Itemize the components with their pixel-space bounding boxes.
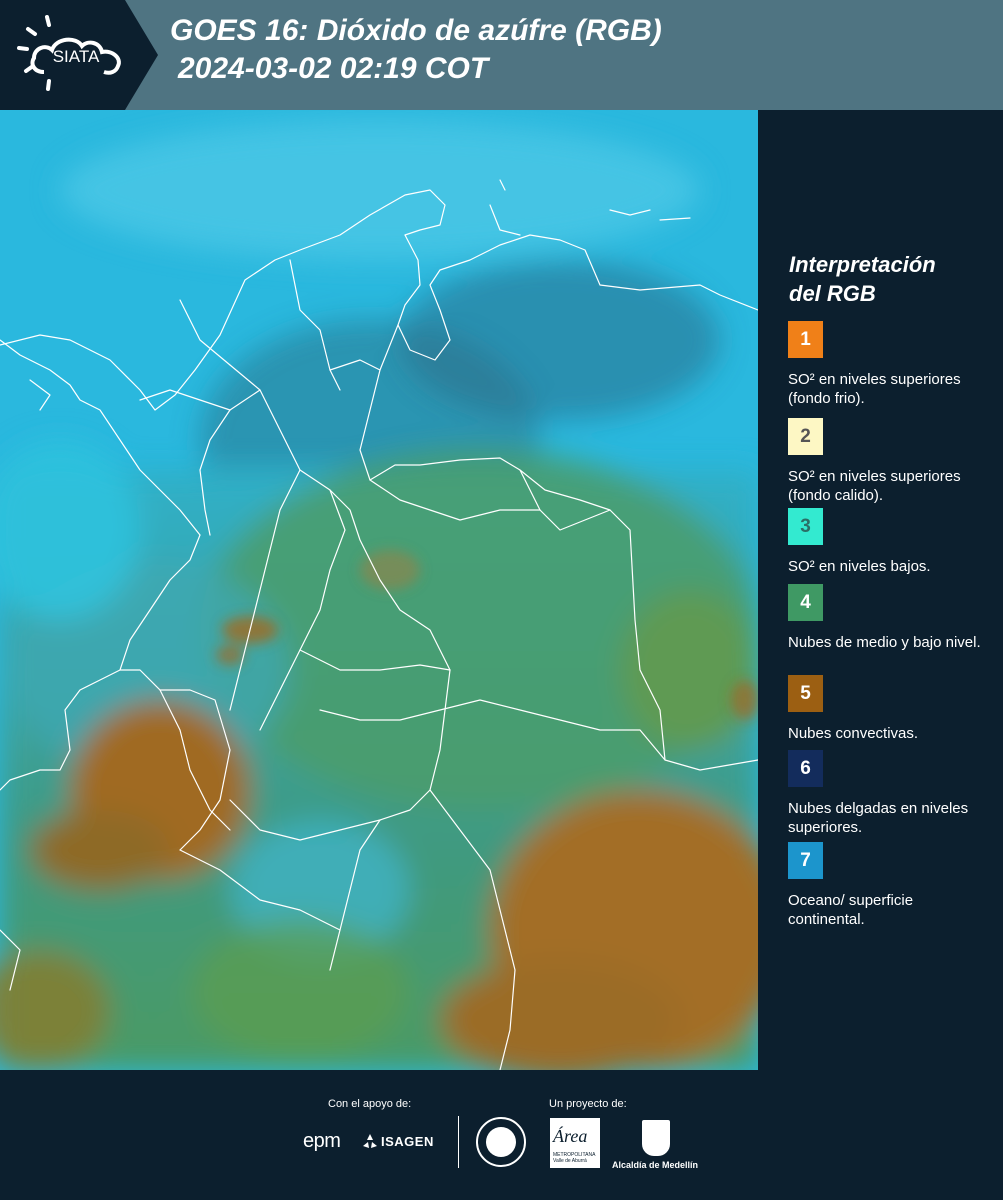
- footer-divider: [458, 1116, 459, 1168]
- legend-panel: Interpretación del RGB 1 SO² en niveles …: [758, 110, 1003, 1070]
- legend-item-6: 6 Nubes delgadas en niveles superiores.: [788, 750, 993, 837]
- legend-label: SO² en niveles superiores (fondo calido)…: [788, 468, 961, 504]
- isagen-icon: [363, 1134, 377, 1148]
- legend-number: 5: [800, 682, 811, 704]
- legend-item-1: 1 SO² en niveles superiores (fondo frio)…: [788, 321, 993, 408]
- legend-label: Nubes de medio y bajo nivel.: [788, 634, 981, 651]
- legend-item-2: 2 SO² en niveles superiores (fondo calid…: [788, 418, 993, 505]
- support-label: Con el apoyo de:: [328, 1098, 412, 1110]
- legend-label: Nubes delgadas en niveles superiores.: [788, 800, 969, 836]
- header-bar: SIATA GOES 16: Dióxido de azúfre (RGB) 2…: [0, 0, 1003, 110]
- siata-logo: SIATA: [0, 0, 158, 110]
- legend-item-7: 7 Oceano/ superficie continental.: [788, 842, 993, 929]
- epm-logo: epm: [303, 1130, 341, 1152]
- legend-swatch: 2: [788, 418, 823, 455]
- page-title: GOES 16: Dióxido de azúfre (RGB) 2024-03…: [170, 12, 662, 88]
- legend-swatch: 1: [788, 321, 823, 358]
- legend-number: 2: [800, 425, 811, 447]
- legend-swatch: 4: [788, 584, 823, 621]
- svg-text:SIATA: SIATA: [53, 47, 100, 66]
- legend-item-5: 5 Nubes convectivas.: [788, 675, 993, 743]
- legend-number: 7: [800, 849, 811, 871]
- satellite-map: [0, 110, 758, 1070]
- legend-swatch: 3: [788, 508, 823, 545]
- legend-item-3: 3 SO² en niveles bajos.: [788, 508, 993, 576]
- title-timestamp: 2024-03-02 02:19 COT: [178, 52, 489, 85]
- rgb-composite-image: [0, 110, 758, 1070]
- area-logo-text: Área: [553, 1126, 588, 1146]
- legend-label: Nubes convectivas.: [788, 725, 919, 742]
- legend-label: Oceano/ superficie continental.: [788, 892, 914, 928]
- area-metropolitana-logo: Área METROPOLITANA Valle de Aburrá: [550, 1118, 600, 1168]
- legend-title: Interpretación del RGB: [789, 250, 989, 308]
- legend-title-line1: Interpretación: [789, 252, 936, 277]
- legend-swatch: 7: [788, 842, 823, 879]
- legend-label: SO² en niveles bajos.: [788, 558, 931, 575]
- alcaldia-logo-text: Alcaldía de Medellín: [612, 1160, 699, 1170]
- legend-swatch: 6: [788, 750, 823, 787]
- legend-label: SO² en niveles superiores (fondo frio).: [788, 371, 961, 407]
- project-label: Un proyecto de:: [549, 1098, 627, 1110]
- area-logo-subtext: METROPOLITANA Valle de Aburrá: [553, 1152, 596, 1164]
- title-product: GOES 16: Dióxido de azúfre (RGB): [170, 14, 662, 47]
- legend-number: 4: [800, 591, 811, 613]
- footer: Con el apoyo de: Un proyecto de: epm ISA…: [0, 1070, 1003, 1200]
- legend-number: 1: [800, 328, 811, 350]
- medellin-seal-logo: [476, 1117, 526, 1167]
- legend-item-4: 4 Nubes de medio y bajo nivel.: [788, 584, 993, 652]
- legend-number: 3: [800, 515, 811, 537]
- isagen-logo: ISAGEN: [381, 1134, 434, 1149]
- legend-number: 6: [800, 757, 811, 779]
- legend-title-line2: del RGB: [789, 281, 876, 306]
- legend-swatch: 5: [788, 675, 823, 712]
- alcaldia-shield-icon: [642, 1120, 670, 1156]
